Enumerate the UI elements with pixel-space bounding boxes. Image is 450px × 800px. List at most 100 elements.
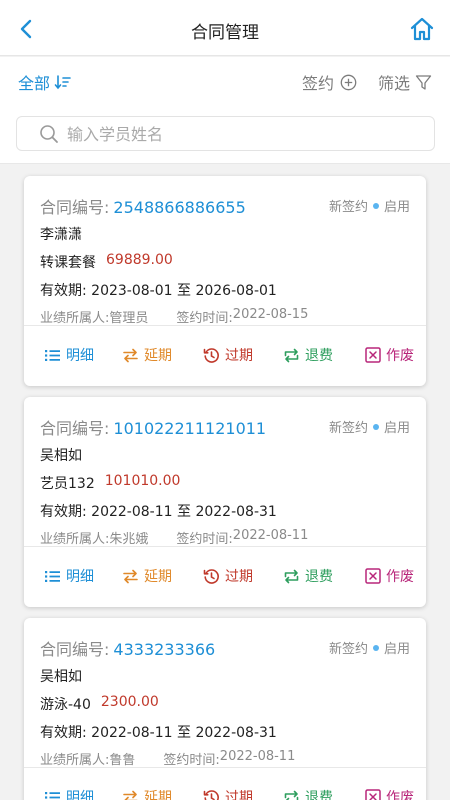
refund-button[interactable]: 退费 [283, 345, 333, 365]
header: 合同管理 [0, 0, 450, 56]
status-dot [372, 644, 379, 651]
detail-button[interactable]: 明细 [44, 566, 94, 586]
refund-label: 退费 [305, 790, 333, 800]
package-row: 游泳-40 2300.00 [40, 694, 159, 714]
history-icon [203, 789, 219, 800]
delay-button[interactable]: 延期 [122, 787, 172, 800]
search-icon [40, 125, 58, 143]
detail-button[interactable]: 明细 [44, 787, 94, 800]
validity-end: 2022-08-31 [195, 504, 277, 520]
list-icon [45, 349, 60, 361]
contract-number-label: 合同编号: [40, 640, 110, 659]
owner-label: 业绩所属人: [40, 753, 110, 768]
package-price: 101010.00 [104, 473, 181, 489]
package-row: 艺员132 101010.00 [40, 473, 180, 493]
add-circle-icon [340, 74, 357, 90]
contract-number: 2548866886655 [113, 198, 246, 217]
home-button[interactable] [408, 15, 436, 43]
void-button[interactable]: 作废 [365, 345, 414, 365]
toolbar: 全部 签约 筛选 [0, 57, 450, 104]
void-label: 作废 [386, 569, 414, 585]
sign-time-label: 签约时间: [176, 311, 233, 326]
meta-row: 业绩所属人: 鲁鲁 签约时间: 2022-08-11 [40, 749, 295, 768]
expire-button[interactable]: 过期 [203, 787, 253, 800]
status-badge: 新签约 启用 [329, 417, 410, 436]
contract-number-row: 合同编号: 101022211121011 [40, 415, 266, 439]
void-label: 作废 [386, 790, 414, 800]
delay-label: 延期 [144, 569, 172, 585]
contract-info: 合同编号: 101022211121011 新签约 启用 吴相如 艺员132 10… [24, 397, 426, 547]
contract-card[interactable]: 合同编号: 101022211121011 新签约 启用 吴相如 艺员132 10… [24, 397, 426, 607]
validity-row: 有效期: 2023-08-01 至 2026-08-01 [40, 280, 277, 300]
all-filter-button[interactable]: 全部 [18, 70, 72, 94]
contract-info: 合同编号: 2548866886655 新签约 启用 李潇潇 转课套餐 69889… [24, 176, 426, 326]
card-actions: 明细 延期 过期 退费 作废 [24, 547, 426, 607]
contract-number-row: 合同编号: 4333233366 [40, 636, 215, 660]
expire-label: 过期 [225, 348, 253, 364]
search-input[interactable] [67, 122, 407, 146]
contract-number: 101022211121011 [113, 419, 267, 438]
owner-label: 业绩所属人: [40, 532, 110, 547]
contract-number-label: 合同编号: [40, 419, 110, 438]
swap-icon [123, 348, 138, 362]
delay-button[interactable]: 延期 [122, 345, 172, 365]
repeat-icon [284, 569, 299, 583]
contract-type: 新签约 [328, 642, 368, 657]
sign-date: 2022-08-11 [219, 749, 296, 764]
void-button[interactable]: 作废 [365, 566, 414, 586]
refund-button[interactable]: 退费 [283, 566, 333, 586]
expire-button[interactable]: 过期 [203, 345, 253, 365]
validity-to: 至 [177, 504, 191, 520]
card-actions: 明细 延期 过期 退费 作废 [24, 768, 426, 800]
package-price: 2300.00 [100, 694, 159, 710]
package-name: 艺员132 [40, 476, 95, 492]
void-button[interactable]: 作废 [365, 787, 414, 800]
filter-button[interactable]: 筛选 [378, 70, 432, 94]
detail-label: 明细 [66, 348, 94, 364]
owner-label: 业绩所属人: [40, 311, 110, 326]
swap-icon [123, 790, 138, 800]
list-icon [45, 791, 60, 799]
validity-to: 至 [177, 283, 191, 299]
detail-label: 明细 [66, 569, 94, 585]
owner-name: 管理员 [109, 311, 149, 326]
delay-button[interactable]: 延期 [122, 566, 172, 586]
expire-label: 过期 [225, 569, 253, 585]
sign-date: 2022-08-11 [232, 528, 309, 543]
contract-state: 启用 [383, 200, 410, 215]
expire-label: 过期 [225, 790, 253, 800]
sign-button[interactable]: 签约 [302, 70, 357, 94]
void-label: 作废 [386, 348, 414, 364]
list-icon [45, 570, 60, 582]
status-badge: 新签约 启用 [329, 638, 410, 657]
contract-number: 4333233366 [113, 640, 216, 659]
refund-label: 退费 [305, 348, 333, 364]
close-box-icon [365, 347, 381, 363]
swap-icon [123, 569, 138, 583]
validity-label: 有效期: [40, 725, 87, 741]
card-actions: 明细 延期 过期 退费 作废 [24, 326, 426, 386]
sign-time-label: 签约时间: [163, 753, 220, 768]
sort-icon [54, 75, 71, 90]
package-row: 转课套餐 69889.00 [40, 252, 173, 272]
package-name: 转课套餐 [40, 255, 96, 271]
validity-start: 2023-08-01 [91, 283, 173, 299]
package-name: 游泳-40 [40, 697, 91, 713]
student-name: 吴相如 [40, 448, 82, 464]
refund-button[interactable]: 退费 [283, 787, 333, 800]
owner-name: 朱兆娥 [109, 532, 149, 547]
contract-card[interactable]: 合同编号: 2548866886655 新签约 启用 李潇潇 转课套餐 69889… [24, 176, 426, 386]
detail-button[interactable]: 明细 [44, 345, 94, 365]
validity-to: 至 [177, 725, 191, 741]
all-filter-label: 全部 [18, 74, 51, 93]
contract-card[interactable]: 合同编号: 4333233366 新签约 启用 吴相如 游泳-40 2300.00… [24, 618, 426, 800]
meta-row: 业绩所属人: 管理员 签约时间: 2022-08-15 [40, 307, 308, 326]
validity-row: 有效期: 2022-08-11 至 2022-08-31 [40, 722, 277, 742]
contract-state: 启用 [383, 642, 410, 657]
sign-label: 签约 [302, 74, 335, 93]
expire-button[interactable]: 过期 [203, 566, 253, 586]
close-box-icon [365, 789, 381, 800]
package-price: 69889.00 [106, 252, 173, 268]
home-icon [410, 17, 434, 41]
contract-state: 启用 [383, 421, 410, 436]
